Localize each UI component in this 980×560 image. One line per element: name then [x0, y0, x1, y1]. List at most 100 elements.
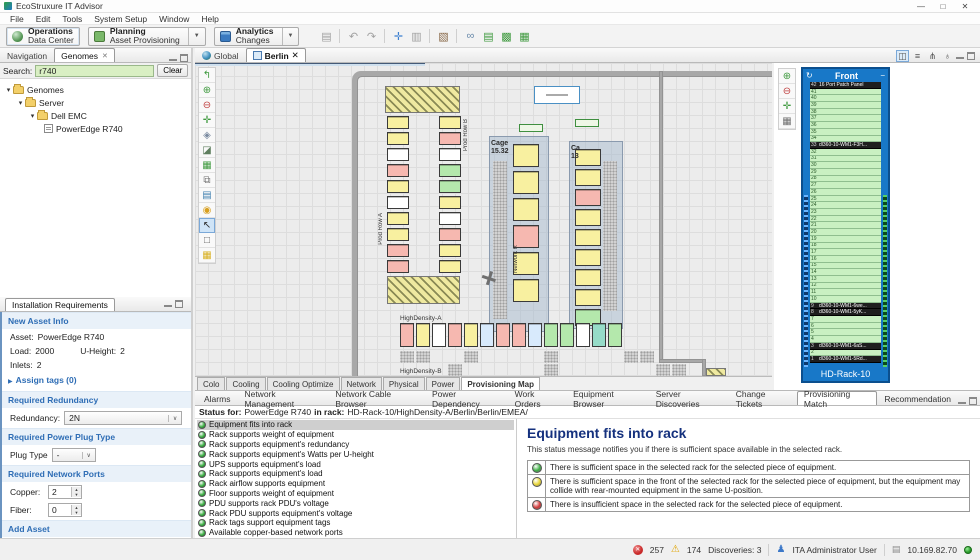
map-rack[interactable] — [439, 228, 461, 241]
map-rack[interactable] — [387, 148, 409, 161]
maximize-button[interactable]: □ — [932, 0, 954, 12]
cable-icon[interactable]: ▧ — [435, 28, 451, 44]
map-rack[interactable] — [439, 132, 461, 145]
zoom-out-icon[interactable]: ⊖ — [199, 98, 215, 113]
mode-button-planning[interactable]: PlanningAsset Provisioning▼ — [88, 27, 206, 46]
rack-unit-empty[interactable]: 40 — [810, 95, 881, 102]
bottom-tab-network-cable-browser[interactable]: Network Cable Browser — [328, 391, 425, 405]
bottom-tab-network-management[interactable]: Network Management — [237, 391, 328, 405]
menu-help[interactable]: Help — [195, 14, 224, 24]
redundancy-select[interactable]: 2N∨ — [64, 411, 182, 425]
export-icon[interactable]: ▤ — [199, 188, 215, 203]
tree-node-poweredge-r740[interactable]: PowerEdge R740 — [4, 122, 191, 135]
map-rack[interactable] — [387, 164, 409, 177]
rack-unit-empty[interactable]: 20 — [810, 229, 881, 236]
rack-unit-empty[interactable]: 41 — [810, 89, 881, 96]
redo-icon[interactable]: ↷ — [363, 28, 379, 44]
rack-unit-empty[interactable]: 34 — [810, 136, 881, 143]
map-rack[interactable] — [513, 198, 539, 221]
rack-unit-empty[interactable]: 39 — [810, 102, 881, 109]
view-3d-icon[interactable]: ◈ — [199, 128, 215, 143]
rack-unit-occupied[interactable]: 9dl360-10-WM1-6we... — [810, 303, 881, 310]
map-rack[interactable] — [575, 229, 601, 246]
rack-unit-empty[interactable]: 19 — [810, 236, 881, 243]
panel-minimize-icon[interactable] — [164, 302, 172, 307]
menu-file[interactable]: File — [4, 14, 30, 24]
dropdown-arrow-icon[interactable]: ▼ — [188, 28, 200, 45]
panel-minimize-icon[interactable] — [958, 399, 966, 404]
map-rack[interactable] — [439, 164, 461, 177]
panel-maximize-icon[interactable] — [967, 52, 975, 60]
map-rack[interactable] — [439, 212, 461, 225]
topology-view-icon[interactable]: ⋔ — [926, 50, 939, 62]
menu-tools[interactable]: Tools — [56, 14, 88, 24]
map-rack[interactable] — [387, 228, 409, 241]
copper-stepper[interactable]: 2 ▲▼ — [48, 485, 82, 499]
map-rack[interactable] — [575, 289, 601, 306]
expand-icon[interactable]: ▾ — [28, 112, 37, 120]
panel-maximize-icon[interactable] — [969, 397, 977, 405]
map-rack[interactable] — [575, 209, 601, 226]
menu-window[interactable]: Window — [153, 14, 195, 24]
checklist-item-rack-airflow-supports-equipment[interactable]: Rack airflow supports equipment — [197, 479, 514, 489]
panel-maximize-icon[interactable] — [175, 300, 183, 308]
map-rack[interactable] — [528, 323, 542, 347]
rack-unit-empty[interactable]: 17 — [810, 249, 881, 256]
view-tab-global[interactable]: Global — [195, 48, 246, 62]
plug-type-select[interactable]: -∨ — [52, 448, 96, 462]
map-rack[interactable] — [387, 212, 409, 225]
bottom-tab-provisioning-match[interactable]: Provisioning Match — [797, 391, 877, 405]
expand-icon[interactable]: ▾ — [16, 99, 25, 107]
checklist-item-floor-supports-weight-of-equipment[interactable]: Floor supports weight of equipment — [197, 489, 514, 499]
rack-unit-empty[interactable]: 4 — [810, 336, 881, 343]
checklist-item-rack-supports-equipment-s-load[interactable]: Rack supports equipment's load — [197, 469, 514, 479]
rack-unit-empty[interactable]: 24 — [810, 202, 881, 209]
map-rack[interactable] — [387, 196, 409, 209]
map-rack[interactable] — [400, 323, 414, 347]
install-panel-title[interactable]: Installation Requirements — [5, 298, 115, 311]
map-rack[interactable] — [560, 323, 574, 347]
rotate-icon[interactable]: ↻ — [806, 71, 813, 80]
rack-unit-empty[interactable]: 32 — [810, 149, 881, 156]
map-rack[interactable] — [575, 189, 601, 206]
map-rack[interactable] — [387, 116, 409, 129]
map-rack[interactable] — [513, 144, 539, 167]
clear-search-button[interactable]: Clear — [157, 64, 188, 77]
map-rack[interactable] — [575, 249, 601, 266]
tab-genomes[interactable]: Genomes✕ — [54, 48, 115, 62]
stepper-arrows[interactable]: ▲▼ — [71, 505, 81, 515]
search-input[interactable] — [35, 65, 154, 77]
rack-unit-empty[interactable]: 31 — [810, 156, 881, 163]
rack-unit-empty[interactable]: 36 — [810, 122, 881, 129]
map-rack[interactable] — [512, 323, 526, 347]
view-tab-berlin[interactable]: Berlin✕ — [246, 48, 306, 62]
tile-icon[interactable]: ▦ — [199, 248, 215, 263]
checklist-item-pdu-supports-rack-pdu-s-voltage[interactable]: PDU supports rack PDU's voltage — [197, 498, 514, 508]
rack-unit-empty[interactable]: 21 — [810, 222, 881, 229]
bottom-tab-server-discoveries[interactable]: Server Discoveries — [649, 391, 729, 405]
fiber-stepper[interactable]: 0 ▲▼ — [48, 503, 82, 517]
rack-unit-occupied[interactable]: 3dl360-10-WM1-6aS... — [810, 343, 881, 350]
rack-unit-empty[interactable]: 29 — [810, 169, 881, 176]
tab-navigation[interactable]: Navigation — [0, 48, 54, 62]
map-rack[interactable] — [416, 323, 430, 347]
rack-unit-empty[interactable]: 7 — [810, 316, 881, 323]
menu-system-setup[interactable]: System Setup — [88, 14, 153, 24]
checklist-item-rack-supports-equipment-s-watts-per-u-height[interactable]: Rack supports equipment's Watts per U-he… — [197, 449, 514, 459]
zoom-in-icon[interactable]: ⊕ — [199, 83, 215, 98]
rack-unit-occupied[interactable]: 8dl360-10-WM1-5yK... — [810, 309, 881, 316]
stepper-arrows[interactable]: ▲▼ — [71, 487, 81, 497]
collapse-icon[interactable]: − — [880, 71, 885, 80]
checklist-item-ups-supports-equipment-s-load[interactable]: UPS supports equipment's load — [197, 459, 514, 469]
rack-unit-occupied[interactable]: 1dl360-10-WM1-5Rd... — [810, 356, 881, 363]
undo-icon[interactable]: ↶ — [345, 28, 361, 44]
checklist-item-equipment-fits-into-rack[interactable]: Equipment fits into rack — [197, 420, 514, 430]
rack-zoom-in-icon[interactable]: ⊕ — [779, 69, 795, 84]
layers-icon[interactable]: ◪ — [199, 143, 215, 158]
checklist-item-rack-tags-support-equipment-tags[interactable]: Rack tags support equipment tags — [197, 518, 514, 528]
map-rack[interactable] — [439, 260, 461, 273]
checklist-item-rack-supports-weight-of-equipment[interactable]: Rack supports weight of equipment — [197, 430, 514, 440]
rack-unit-empty[interactable]: 14 — [810, 269, 881, 276]
rack-unit-empty[interactable]: 6 — [810, 323, 881, 330]
map-rack[interactable] — [544, 323, 558, 347]
